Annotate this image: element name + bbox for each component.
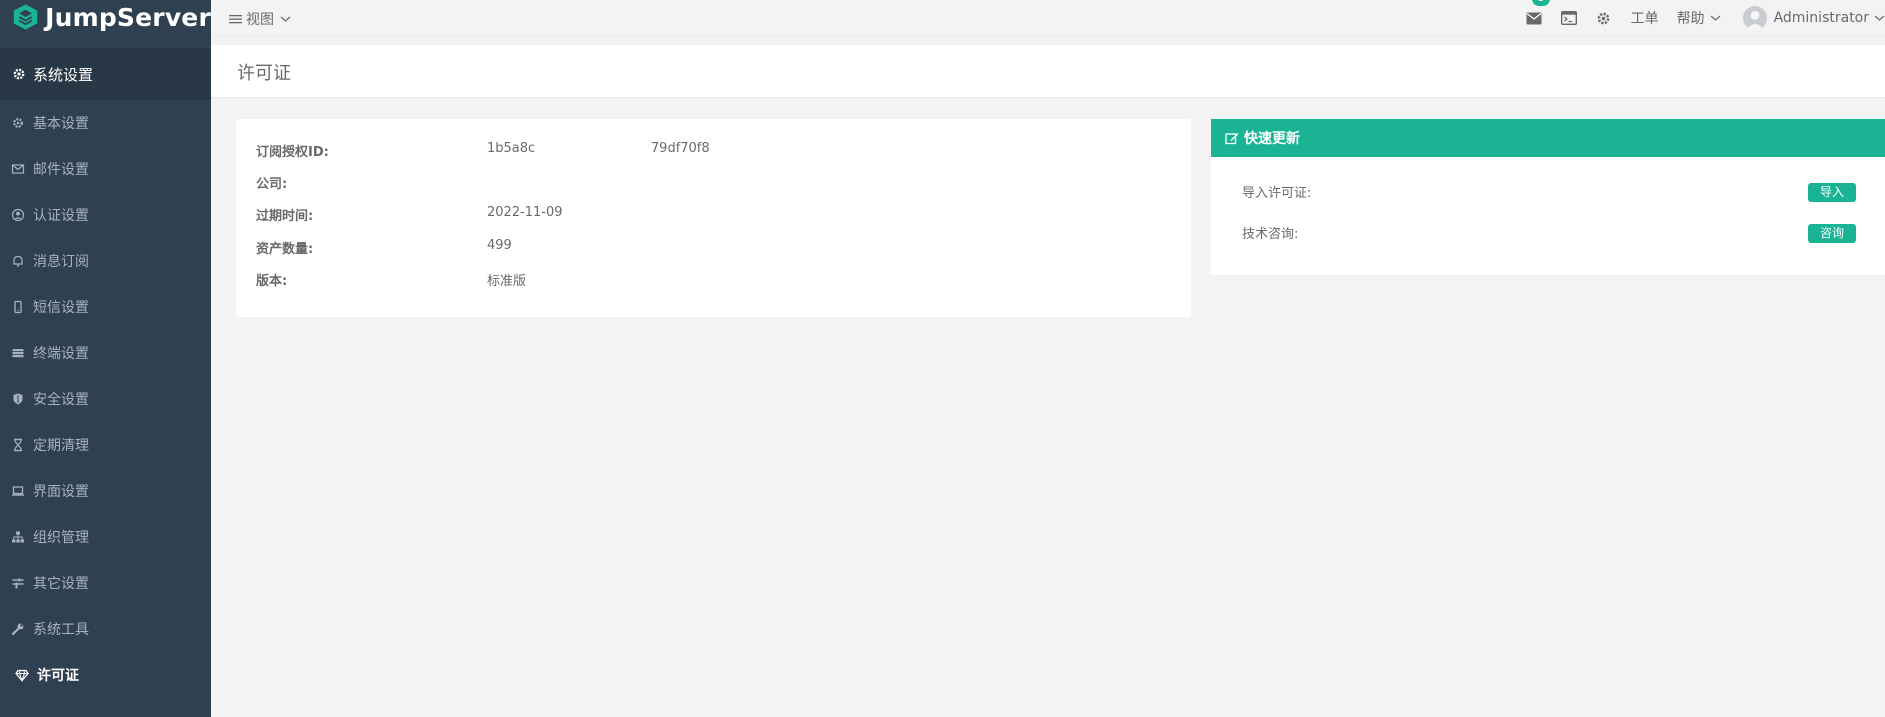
laptop-icon xyxy=(12,486,24,496)
sidebar-item-interface[interactable]: 界面设置 xyxy=(0,468,211,514)
hourglass-icon xyxy=(14,438,22,452)
sidebar-item-label: 界面设置 xyxy=(33,484,89,500)
license-key: 资产数量: xyxy=(256,242,314,257)
chevron-down-icon xyxy=(1710,15,1720,21)
sidebar-item-auth[interactable]: 认证设置 xyxy=(0,192,211,238)
sidebar-item-cleanup[interactable]: 定期清理 xyxy=(0,422,211,468)
import-license-label: 导入许可证: xyxy=(1242,186,1312,201)
sidebar-item-label: 邮件设置 xyxy=(33,162,89,178)
sidebar-item-label: 终端设置 xyxy=(33,346,89,362)
license-key: 订阅授权ID: xyxy=(256,145,329,160)
sidebar-item-tools[interactable]: 系统工具 xyxy=(0,606,211,652)
sidebar-item-other[interactable]: 其它设置 xyxy=(0,560,211,606)
view-dropdown[interactable]: 视图 xyxy=(229,9,291,29)
gear-icon xyxy=(13,118,23,128)
sitemap-icon xyxy=(12,531,24,543)
sidebar-item-label: 基本设置 xyxy=(33,116,89,132)
chevron-down-icon xyxy=(1874,15,1885,21)
page-title: 许可证 xyxy=(237,63,291,84)
terminal-button[interactable] xyxy=(1560,9,1578,27)
sidebar-item-security[interactable]: 安全设置 xyxy=(0,376,211,422)
license-row-assets: 资产数量: 499 xyxy=(256,238,512,258)
sidebar-item-label: 短信设置 xyxy=(33,300,89,316)
sidebar-item-license[interactable]: 许可证 xyxy=(0,652,211,698)
sidebar: JumpServer 系统设置 基本设置 邮件设置 认证设置 消息订阅 短信设置 xyxy=(0,0,211,717)
license-key: 过期时间: xyxy=(256,209,314,224)
server-icon xyxy=(12,349,24,358)
sidebar-item-sms[interactable]: 短信设置 xyxy=(0,284,211,330)
sidebar-item-label: 认证设置 xyxy=(33,208,89,224)
sidebar-item-terminal[interactable]: 终端设置 xyxy=(0,330,211,376)
sidebar-item-org[interactable]: 组织管理 xyxy=(0,514,211,560)
user-circle-icon xyxy=(11,208,25,222)
gear-icon xyxy=(13,68,25,80)
license-key: 公司: xyxy=(256,177,288,192)
sidebar-item-email[interactable]: 邮件设置 xyxy=(0,146,211,192)
help-label: 帮助 xyxy=(1676,11,1705,27)
topbar: 视图 1 工单 帮助 Administrator xyxy=(211,0,1885,37)
license-row-expiry: 过期时间: 2022-11-09 xyxy=(256,205,563,225)
tech-consult-label: 技术咨询: xyxy=(1242,227,1299,242)
sliders-icon xyxy=(12,578,24,589)
settings-button[interactable] xyxy=(1595,9,1613,27)
help-dropdown[interactable]: 帮助 xyxy=(1677,8,1721,28)
import-button[interactable]: 导入 xyxy=(1808,183,1856,202)
consult-button[interactable]: 咨询 xyxy=(1808,224,1856,243)
mail-badge: 1 xyxy=(1531,0,1550,6)
wrench-icon xyxy=(11,623,24,636)
menu-bars-icon xyxy=(229,15,242,24)
license-key: 版本: xyxy=(256,274,288,289)
sidebar-item-label: 其它设置 xyxy=(33,576,89,592)
mobile-icon xyxy=(14,300,22,314)
sidebar-section-header[interactable]: 系统设置 xyxy=(0,48,211,100)
quick-update-card: 快速更新 导入许可证: 导入 技术咨询: 咨询 xyxy=(1211,119,1885,275)
page-heading: 许可证 xyxy=(211,45,1885,98)
terminal-icon xyxy=(1560,11,1577,25)
license-row-company: 公司: xyxy=(256,173,487,193)
envelope-icon xyxy=(11,164,25,174)
user-name: Administrator xyxy=(1773,10,1869,26)
gear-icon xyxy=(1597,12,1610,24)
logo-text: JumpServer xyxy=(45,2,211,32)
license-value: 499 xyxy=(487,238,512,253)
sidebar-item-label: 定期清理 xyxy=(33,438,89,454)
redaction-mask xyxy=(535,135,651,157)
sidebar-section-label: 系统设置 xyxy=(33,65,94,84)
sidebar-item-message[interactable]: 消息订阅 xyxy=(0,238,211,284)
diamond-icon xyxy=(15,669,29,682)
quick-update-title: 快速更新 xyxy=(1244,131,1300,147)
sidebar-item-label: 消息订阅 xyxy=(33,254,89,270)
sidebar-item-label: 安全设置 xyxy=(33,392,89,408)
chevron-down-icon xyxy=(280,16,291,22)
mail-button[interactable]: 1 xyxy=(1525,0,1550,27)
quick-update-header: 快速更新 xyxy=(1211,119,1885,157)
sidebar-item-label: 系统工具 xyxy=(33,622,89,638)
bell-icon xyxy=(13,255,23,267)
license-value: 标准版 xyxy=(487,274,527,289)
edit-icon xyxy=(1225,132,1239,144)
license-value: 2022-11-09 xyxy=(487,205,563,220)
sidebar-item-basic[interactable]: 基本设置 xyxy=(0,100,211,146)
sidebar-item-label: 许可证 xyxy=(37,668,79,684)
avatar[interactable] xyxy=(1742,6,1767,30)
envelope-icon xyxy=(1526,12,1542,24)
sidebar-menu: 基本设置 邮件设置 认证设置 消息订阅 短信设置 终端设置 安全设置 定期清理 xyxy=(0,100,211,698)
logo[interactable]: JumpServer xyxy=(0,0,211,34)
user-avatar-icon xyxy=(1745,11,1764,30)
jumpserver-logo-icon xyxy=(13,4,38,30)
user-menu[interactable]: Administrator xyxy=(1774,10,1885,26)
view-label: 视图 xyxy=(246,12,274,28)
license-row-edition: 版本: 标准版 xyxy=(256,270,526,290)
license-info-card: 订阅授权ID: 1b5a8c5 379df70f8 公司: 过期时间: 2022… xyxy=(236,119,1191,317)
topbar-right: 1 工单 帮助 Administrator xyxy=(1508,0,1885,36)
shield-icon xyxy=(13,393,23,405)
ticket-link[interactable]: 工单 xyxy=(1631,8,1659,28)
sidebar-item-label: 组织管理 xyxy=(33,530,89,546)
